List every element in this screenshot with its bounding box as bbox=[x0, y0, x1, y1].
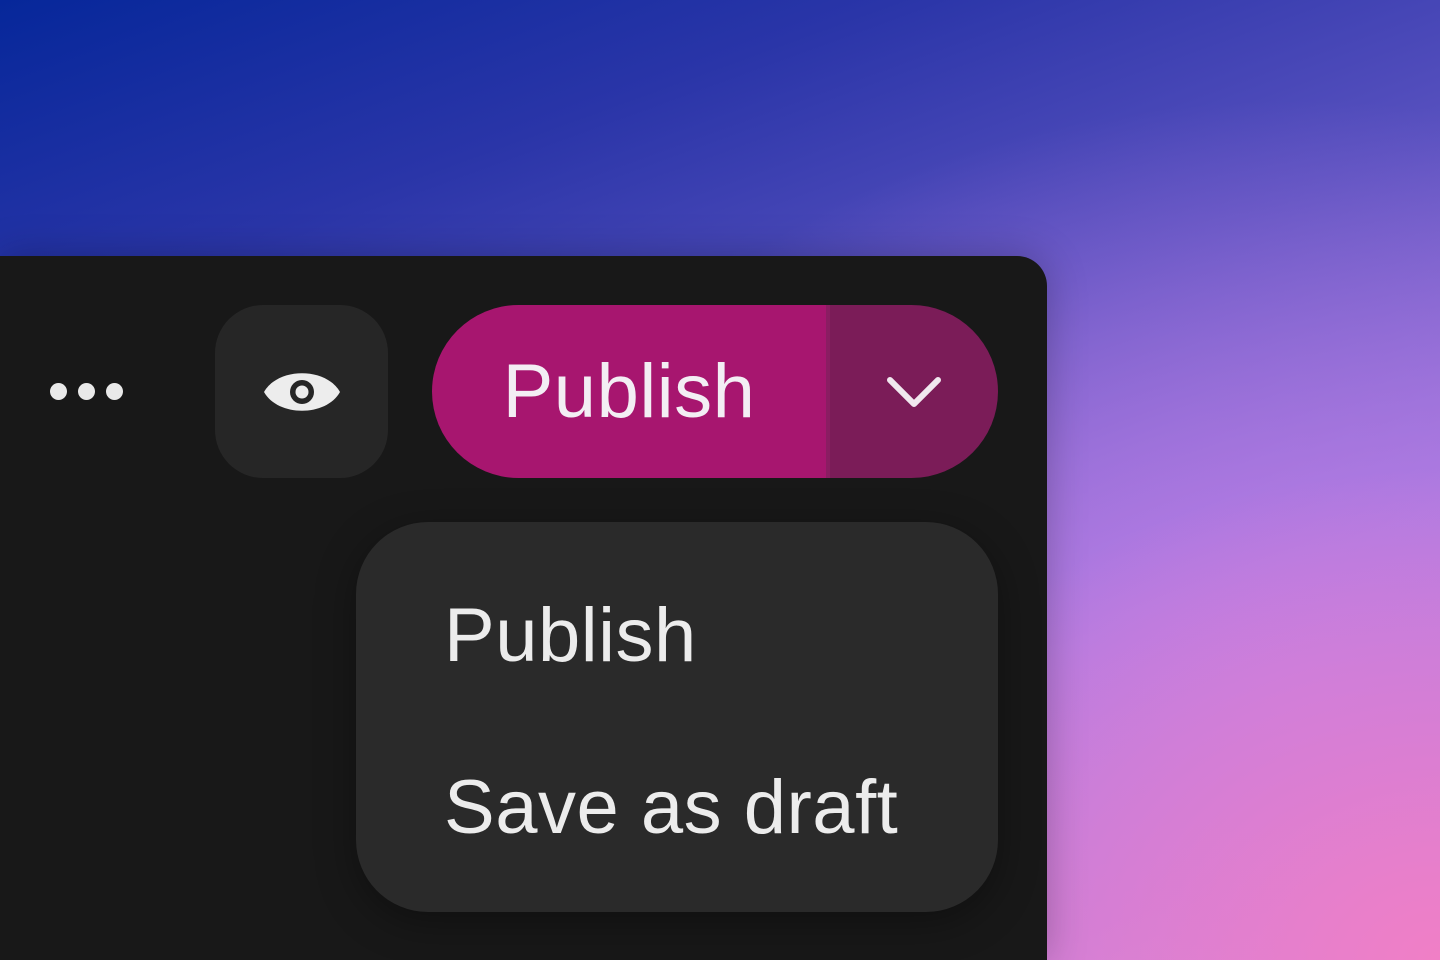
more-horizontal-icon bbox=[105, 382, 123, 400]
more-options-button[interactable] bbox=[36, 356, 136, 426]
publish-options-button[interactable] bbox=[830, 305, 998, 478]
editor-panel: Publish Publish Save as draft bbox=[0, 256, 1047, 960]
publish-button[interactable]: Publish bbox=[432, 305, 826, 478]
menu-item-publish[interactable]: Publish bbox=[444, 598, 697, 674]
eye-icon bbox=[263, 372, 340, 411]
more-horizontal-icon bbox=[77, 382, 95, 400]
preview-button[interactable] bbox=[215, 305, 388, 478]
chevron-down-icon bbox=[887, 376, 941, 407]
menu-item-save-as-draft[interactable]: Save as draft bbox=[444, 770, 898, 846]
publish-dropdown-menu: Publish Save as draft bbox=[356, 522, 998, 912]
publish-split-button: Publish bbox=[432, 305, 998, 478]
more-horizontal-icon bbox=[49, 382, 67, 400]
